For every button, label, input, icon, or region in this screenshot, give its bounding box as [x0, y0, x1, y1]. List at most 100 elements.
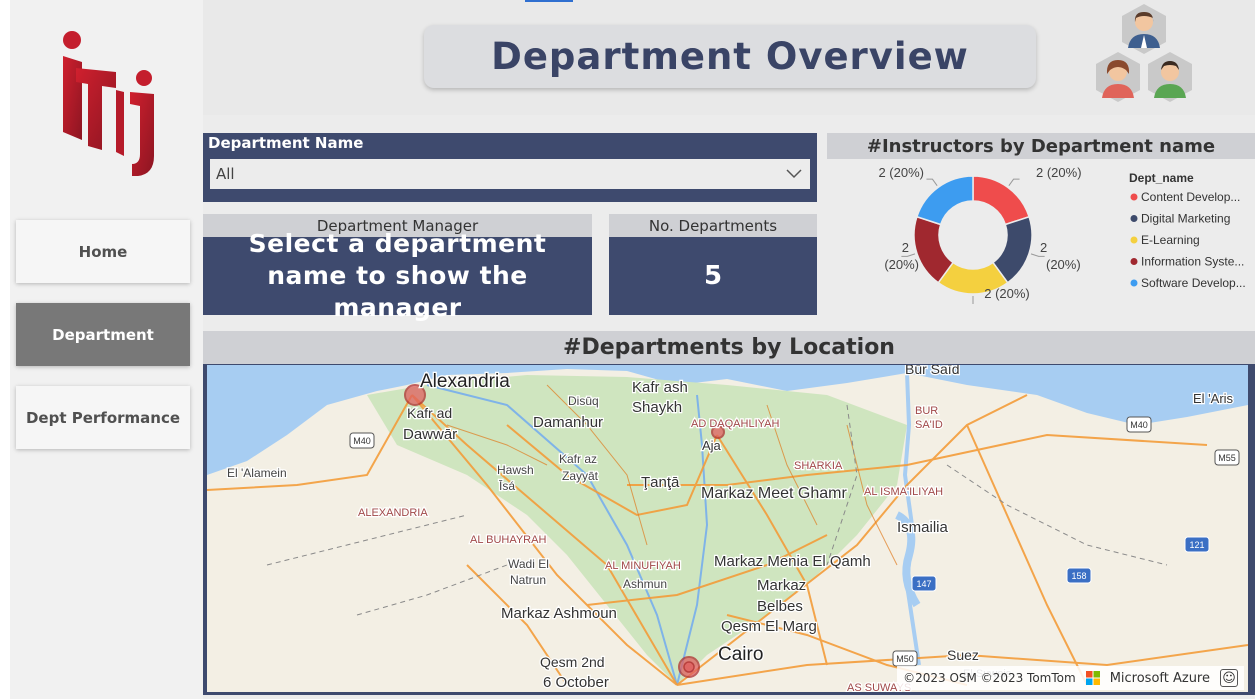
- donut-slice[interactable]: [915, 175, 974, 226]
- donut-data-label: 2 (20%): [984, 286, 1030, 301]
- legend-marker: [1130, 236, 1138, 244]
- svg-text:147: 147: [916, 579, 931, 589]
- header-band: Department Overview: [203, 0, 1255, 115]
- road-shield-icon: M55: [1214, 449, 1240, 466]
- map-place-label: Markaz: [757, 577, 806, 594]
- map-place-label: Disūq: [568, 394, 599, 408]
- map-credits: ©2023 OSM ©2023 TomTom Microsoft Azure ☺: [897, 666, 1244, 690]
- count-card-title: No. Departments: [609, 214, 817, 237]
- svg-text:M55: M55: [1218, 453, 1236, 463]
- map-place-label: Aja: [702, 438, 722, 453]
- nav-home-button[interactable]: Home: [16, 220, 190, 283]
- legend-marker: [1130, 215, 1138, 222]
- legend-title: Dept_name: [1129, 171, 1194, 185]
- map-place-label: AL MINUFIYAH: [605, 560, 681, 572]
- legend-marker: [1130, 279, 1138, 287]
- location-map-panel: #Departments by Location Alexandria Kafr…: [203, 331, 1255, 695]
- map-place-label: Shaykh: [632, 399, 682, 416]
- nav-home-label: Home: [78, 242, 128, 261]
- map-place-label: Markaz Ashmoun: [501, 605, 617, 622]
- team-avatars-icon: [1096, 4, 1192, 102]
- map-place-label: Dawwār: [403, 426, 457, 443]
- map-place-label: Ţanţā: [641, 474, 680, 491]
- page-title: Department Overview: [424, 25, 1036, 88]
- donut-svg: 2 (20%)2 (20%)2 (20%)2 (20%)2 (20%) Dept_na…: [878, 165, 1246, 304]
- donut-data-label: 2 (20%): [1036, 165, 1082, 180]
- road-shield-icon: M40: [349, 432, 375, 449]
- nav-department-button[interactable]: Department: [16, 303, 190, 366]
- svg-text:M40: M40: [1130, 420, 1148, 430]
- map-title: #Departments by Location: [203, 331, 1255, 364]
- svg-text:M50: M50: [896, 654, 914, 664]
- map-place-label: Kafr az: [559, 452, 597, 466]
- map-svg[interactable]: Alexandria Kafr ad Dawwār Disūq Kafr ash Shay…: [207, 365, 1248, 692]
- count-card-value: 5: [703, 261, 723, 291]
- map-place-label: Ashmun: [623, 577, 667, 591]
- map-place-label: El 'Aris: [1193, 391, 1234, 406]
- map-place-label: Īsá: [499, 479, 515, 493]
- map-place-label: Markaz Meet Ghamr: [701, 485, 847, 502]
- department-dropdown[interactable]: All: [210, 159, 810, 189]
- map-place-label: Qesm 2nd: [540, 654, 605, 670]
- nav-department-label: Department: [52, 325, 154, 344]
- road-shield-icon: 121: [1184, 536, 1210, 553]
- donut-slice[interactable]: [972, 175, 1031, 226]
- legend-item[interactable]: Digital Marketing: [1141, 212, 1230, 226]
- map-place-label: Natrun: [510, 573, 546, 587]
- map-place-label: Belbes: [757, 598, 803, 615]
- page-tab-indicator[interactable]: [525, 0, 573, 2]
- map-place-label: Zayyāt: [562, 469, 599, 483]
- map-bubble-cairo-inner[interactable]: [683, 661, 695, 673]
- chevron-down-icon: [786, 169, 802, 179]
- chart-title: #Instructors by Department name: [827, 133, 1255, 159]
- svg-text:M40: M40: [353, 436, 371, 446]
- road-shield-icon: M50: [892, 650, 918, 667]
- sidebar: Home Department Dept Performance: [10, 0, 203, 699]
- map-place-label: Cairo: [718, 644, 763, 665]
- department-slicer: Department Name All: [203, 133, 817, 202]
- manager-card: Department Manager Select a department n…: [203, 214, 592, 322]
- map-place-label: Kafr ash: [632, 379, 688, 396]
- map-place-label: AD DAQAHLIYAH: [691, 418, 779, 430]
- map-place-label: BUR: [915, 405, 938, 417]
- map-canvas[interactable]: Alexandria Kafr ad Dawwār Disūq Kafr ash Shay…: [207, 365, 1248, 692]
- map-place-label: Būr Saīd: [905, 365, 959, 377]
- road-shield-icon: 158: [1066, 567, 1092, 584]
- svg-text:121: 121: [1189, 540, 1204, 550]
- feedback-smiley-icon[interactable]: ☺: [1220, 669, 1238, 687]
- map-place-label: SA'ID: [915, 419, 943, 431]
- nav-performance-button[interactable]: Dept Performance: [16, 386, 190, 449]
- legend-item[interactable]: Information Syste...: [1141, 255, 1244, 269]
- nav-performance-label: Dept Performance: [25, 408, 181, 427]
- legend-marker: [1130, 193, 1138, 201]
- map-place-label: AL BUHAYRAH: [470, 534, 546, 546]
- legend-item[interactable]: Software Develop...: [1141, 276, 1246, 290]
- iti-logo-icon: [63, 31, 154, 176]
- map-place-label: Qesm El Marg: [721, 618, 817, 635]
- map-place-label: AL ISMA'ILIYAH: [864, 486, 943, 498]
- map-place-label: 6 October: [543, 674, 609, 691]
- map-place-label: SHARKIA: [794, 460, 843, 472]
- slicer-label: Department Name: [208, 134, 364, 152]
- map-provider: Microsoft Azure: [1109, 670, 1210, 686]
- map-place-label: Suez: [947, 647, 979, 663]
- map-place-label: ALEXANDRIA: [358, 507, 428, 519]
- donut-data-label: 2 (20%): [1040, 240, 1081, 272]
- svg-text:158: 158: [1071, 571, 1086, 581]
- map-place-label: Kafr ad: [407, 405, 452, 421]
- instructors-donut-chart: #Instructors by Department name 2 (20%) 2…: [827, 133, 1255, 307]
- donut-leader-line: [1008, 178, 1020, 186]
- map-place-label: Markaz Menia El Qamh: [714, 553, 871, 570]
- map-place-label: Damanhur: [533, 414, 603, 431]
- map-place-label: El 'Alamein: [227, 466, 287, 480]
- map-place-label: Ismailia: [897, 519, 949, 536]
- legend-marker: [1130, 258, 1138, 265]
- road-shield-icon: M40: [1126, 416, 1152, 433]
- microsoft-logo-icon: [1085, 671, 1100, 685]
- legend-item[interactable]: Content Develop...: [1141, 190, 1240, 204]
- departments-count-card: No. Departments 5: [609, 214, 817, 315]
- report-canvas: Home Department Dept Performance Departm…: [10, 0, 1255, 699]
- road-shield-icon: 147: [911, 575, 937, 592]
- map-place-label: Alexandria: [420, 371, 510, 392]
- legend-item[interactable]: E-Learning: [1141, 233, 1200, 247]
